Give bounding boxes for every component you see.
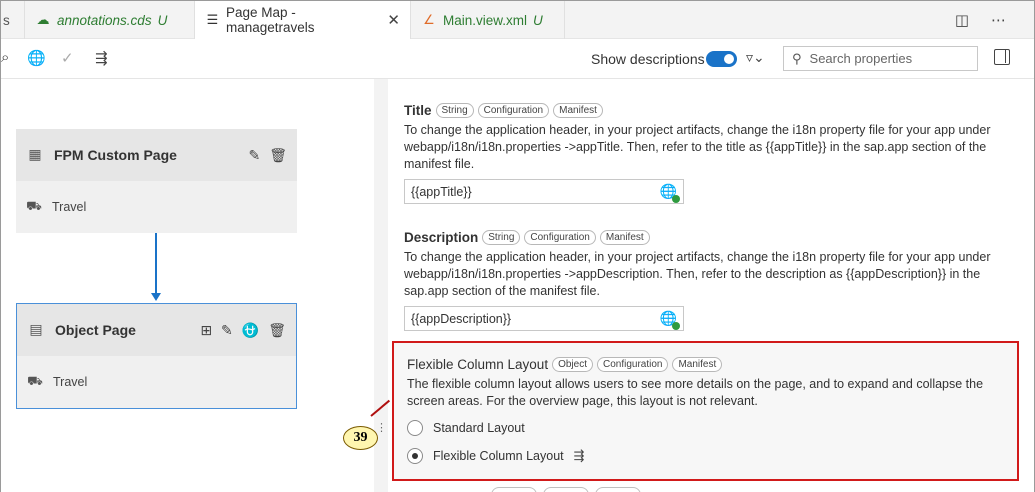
- connector-arrow: [151, 293, 161, 301]
- database-icon: ⛟: [27, 374, 43, 388]
- object-page-node[interactable]: ▤ Object Page ⊞ ✎ ⛎ 🗑 ⛟ Travel: [16, 303, 297, 409]
- manifest-chip: Manifest: [599, 230, 650, 245]
- xml-file-icon: ∠: [423, 12, 435, 27]
- property-title: Title String Configuration Manifest To c…: [404, 103, 1014, 204]
- input-value: {{appDescription}}: [411, 311, 512, 326]
- type-chip: Object: [552, 357, 593, 372]
- fpm-custom-page-node[interactable]: ▦ FPM Custom Page ✎ 🗑 ⛟ Travel: [16, 129, 297, 233]
- search-properties-input[interactable]: ⚲ Search properties: [783, 46, 978, 71]
- page-map-icon: ☰: [206, 12, 219, 27]
- property-description: The flexible column layout allows users …: [407, 377, 984, 408]
- flexible-column-layout-highlight: Flexible Column Layout Object Configurat…: [392, 341, 1019, 481]
- manifest-chip: Manifest: [672, 357, 723, 372]
- tab-annotations-cds[interactable]: ☁ annotations.cds U: [25, 1, 195, 39]
- node-title: FPM Custom Page: [54, 147, 177, 163]
- tab-label: Page Map - managetravels: [225, 5, 315, 35]
- extension-icon[interactable]: ⛎: [242, 322, 259, 339]
- tab-partial[interactable]: s: [1, 1, 25, 39]
- type-chip: String: [435, 103, 474, 118]
- node-entity: Travel: [52, 200, 87, 214]
- property-label: Title: [404, 103, 432, 118]
- delete-icon[interactable]: 🗑: [269, 147, 287, 164]
- tab-page-map[interactable]: ☰ Page Map - managetravels ✕: [195, 1, 411, 39]
- node-actions: ✎ 🗑: [248, 147, 287, 164]
- radio-button[interactable]: [407, 420, 423, 436]
- property-description: To change the application header, in you…: [404, 250, 991, 298]
- chip-edge: [491, 487, 537, 492]
- clear-icon[interactable]: ✓: [61, 49, 74, 67]
- i18n-globe-icon[interactable]: 🌐: [660, 183, 680, 203]
- edit-icon[interactable]: ✎: [221, 322, 233, 339]
- property-header: Flexible Column Layout Object Configurat…: [407, 357, 1007, 372]
- filter-dropdown-icon[interactable]: ▿⌄: [746, 49, 765, 66]
- source-chip: Configuration: [596, 357, 669, 372]
- untracked-badge: U: [157, 12, 168, 28]
- radio-button-selected[interactable]: [407, 448, 423, 464]
- show-descriptions-label: Show descriptions: [591, 51, 705, 67]
- tab-main-view-xml[interactable]: ∠ Main.view.xml U: [411, 1, 565, 39]
- globe-icon[interactable]: 🌐: [27, 49, 46, 67]
- search-icon: ⚲: [792, 50, 802, 66]
- delete-icon[interactable]: 🗑: [268, 322, 286, 339]
- radio-label: Flexible Column Layout: [433, 449, 564, 463]
- show-descriptions-toggle[interactable]: [706, 51, 737, 67]
- property-description: To change the application header, in you…: [404, 123, 991, 171]
- chip-edge: [595, 487, 641, 492]
- radio-flexible-column-layout[interactable]: Flexible Column Layout ⇶: [407, 446, 1007, 466]
- zoom-icon[interactable]: ⌕: [1, 49, 9, 66]
- add-icon[interactable]: ⊞: [200, 322, 212, 339]
- cds-file-icon: ☁: [36, 12, 50, 27]
- property-flexible-column-layout: Flexible Column Layout Object Configurat…: [407, 357, 1007, 466]
- more-actions-icon[interactable]: ⋯: [991, 11, 1006, 29]
- tab-label: annotations.cds: [57, 12, 152, 28]
- properties-panel: Title String Configuration Manifest To c…: [388, 79, 1034, 492]
- navigation-connector: [155, 233, 157, 295]
- input-value: {{appTitle}}: [411, 184, 472, 199]
- close-tab-icon[interactable]: ✕: [387, 11, 400, 29]
- tab-partial-label: s: [3, 12, 10, 28]
- property-header: Title String Configuration Manifest: [404, 103, 1014, 118]
- plus-badge: [672, 322, 680, 330]
- editor-actions: ◫ ⋯: [955, 11, 1006, 29]
- node-body: ⛟ Travel: [16, 181, 297, 233]
- outline-icon[interactable]: ⇶: [95, 49, 108, 67]
- toggle-knob: [724, 54, 734, 64]
- split-editor-icon[interactable]: ◫: [955, 11, 969, 29]
- editor-tab-bar: s ☁ annotations.cds U ☰ Page Map - manag…: [1, 1, 1034, 39]
- object-page-icon: ▤: [29, 321, 43, 337]
- description-input[interactable]: {{appDescription}} 🌐: [404, 306, 684, 331]
- page-map-canvas: ▦ FPM Custom Page ✎ 🗑 ⛟ Travel ▤ Object …: [1, 79, 374, 492]
- search-placeholder: Search properties: [809, 51, 913, 66]
- outline-icon[interactable]: ⇶: [574, 448, 585, 464]
- source-chip: Configuration: [524, 230, 596, 245]
- callout-number: 39: [343, 426, 378, 450]
- node-title: Object Page: [55, 322, 136, 338]
- radio-label: Standard Layout: [433, 421, 525, 435]
- i18n-globe-icon[interactable]: 🌐: [660, 310, 680, 330]
- page-map-toolbar: ⌕ 🌐 ✓ ⇶ Show descriptions ▿⌄ ⚲ Search pr…: [1, 39, 1034, 79]
- type-chip: String: [482, 230, 521, 245]
- property-label: Flexible Column Layout: [407, 357, 549, 372]
- untracked-badge: U: [533, 12, 543, 28]
- property-label: Description: [404, 230, 479, 245]
- tab-label: Main.view.xml: [443, 12, 528, 28]
- source-chip: Configuration: [477, 103, 550, 118]
- next-property-chips: [491, 487, 641, 492]
- node-actions: ⊞ ✎ ⛎ 🗑: [200, 322, 286, 339]
- node-body: ⛟ Travel: [17, 356, 296, 408]
- property-description-field: Description String Configuration Manifes…: [404, 230, 1014, 331]
- plus-badge: [672, 195, 680, 203]
- node-entity: Travel: [53, 375, 88, 389]
- radio-standard-layout[interactable]: Standard Layout: [407, 418, 1007, 438]
- edit-icon[interactable]: ✎: [248, 147, 260, 164]
- node-header: ▦ FPM Custom Page ✎ 🗑: [16, 129, 297, 181]
- toggle-panel-icon[interactable]: [994, 49, 1010, 65]
- table-icon: ▦: [28, 146, 42, 162]
- database-icon: ⛟: [26, 199, 42, 213]
- chip-edge: [543, 487, 589, 492]
- property-header: Description String Configuration Manifes…: [404, 230, 1014, 245]
- node-header: ▤ Object Page ⊞ ✎ ⛎ 🗑: [17, 304, 296, 356]
- title-input[interactable]: {{appTitle}} 🌐: [404, 179, 684, 204]
- manifest-chip: Manifest: [553, 103, 603, 118]
